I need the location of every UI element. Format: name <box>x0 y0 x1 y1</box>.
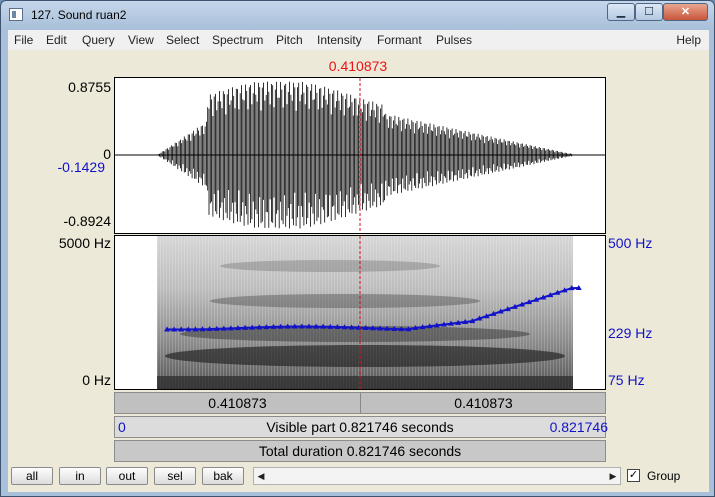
menu-pulses[interactable]: Pulses <box>436 33 472 47</box>
spectrogram-formant-1 <box>165 345 565 367</box>
visible-part-text: Visible part 0.821746 seconds <box>266 419 454 435</box>
total-duration-bar[interactable]: Total duration 0.821746 seconds <box>114 440 606 462</box>
menu-select[interactable]: Select <box>166 33 199 47</box>
pitch-top-label: 500 Hz <box>608 235 653 251</box>
menu-intensity[interactable]: Intensity <box>317 33 362 47</box>
spectrogram-panel[interactable] <box>114 235 606 390</box>
scroll-right-arrow-icon[interactable]: ▶ <box>606 468 620 484</box>
editor-area: File Edit Query View Select Spectrum Pit… <box>8 30 709 492</box>
waveform-plot <box>115 78 605 233</box>
spectrogram-formant-4 <box>220 260 440 272</box>
total-duration-text: Total duration 0.821746 seconds <box>258 443 462 459</box>
all-button[interactable]: all <box>11 467 53 485</box>
horizontal-scrollbar[interactable]: ◀ ▶ <box>253 467 621 485</box>
bottom-toolbar: all in out sel bak ◀ ▶ ✓ Group <box>8 464 709 492</box>
praat-sound-window: 127. Sound ruan2 ▁ ☐ ✕ File Edit Query V… <box>0 0 715 497</box>
pitch-bottom-label: 75 Hz <box>608 372 645 388</box>
in-button[interactable]: in <box>59 467 101 485</box>
visible-part-bar[interactable]: 0 Visible part 0.821746 seconds 0.821746 <box>114 416 608 438</box>
spectrogram-top-label: 5000 Hz <box>58 235 111 251</box>
time-bar-right[interactable]: 0.410873 <box>361 395 606 411</box>
close-button[interactable]: ✕ <box>663 3 708 21</box>
spectrogram-formant-3 <box>210 294 480 308</box>
waveform-min-label: -0.8924 <box>63 213 111 229</box>
menu-help[interactable]: Help <box>676 33 701 47</box>
window-title: 127. Sound ruan2 <box>31 8 127 22</box>
visible-end: 0.821746 <box>549 419 608 435</box>
menu-view[interactable]: View <box>128 33 154 47</box>
group-checkbox[interactable]: ✓ <box>627 469 640 482</box>
scroll-left-arrow-icon[interactable]: ◀ <box>254 468 268 484</box>
cursor-time-label: 0.410873 <box>328 58 388 74</box>
waveform-cursor-value-label: -0.1429 <box>57 159 105 175</box>
bak-button[interactable]: bak <box>202 467 244 485</box>
out-button[interactable]: out <box>106 467 148 485</box>
sel-button[interactable]: sel <box>154 467 196 485</box>
cursor-time-bar[interactable]: 0.410873 0.410873 <box>114 392 606 414</box>
menu-bar: File Edit Query View Select Spectrum Pit… <box>8 30 709 50</box>
menu-formant[interactable]: Formant <box>377 33 422 47</box>
maximize-button[interactable]: ☐ <box>635 3 663 21</box>
waveform-panel[interactable] <box>114 77 606 234</box>
window-icon <box>9 8 23 21</box>
title-bar: 127. Sound ruan2 ▁ ☐ ✕ <box>1 1 714 29</box>
menu-spectrum[interactable]: Spectrum <box>212 33 263 47</box>
spectrogram-bottom-label: 0 Hz <box>82 372 111 388</box>
menu-pitch[interactable]: Pitch <box>276 33 303 47</box>
spectrogram-low-band <box>157 376 573 389</box>
menu-edit[interactable]: Edit <box>46 33 67 47</box>
spectrogram-plot <box>157 236 582 389</box>
menu-query[interactable]: Query <box>82 33 115 47</box>
pitch-mid-label: 229 Hz <box>608 325 653 341</box>
time-bar-left[interactable]: 0.410873 <box>115 395 360 411</box>
group-label: Group <box>647 469 681 483</box>
waveform-max-label: 0.8755 <box>68 79 111 95</box>
minimize-button[interactable]: ▁ <box>607 3 635 21</box>
menu-file[interactable]: File <box>14 33 33 47</box>
